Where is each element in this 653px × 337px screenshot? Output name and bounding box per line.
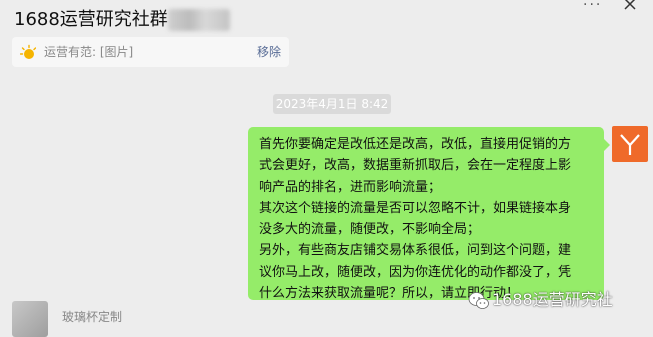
- incoming-avatar[interactable]: [12, 301, 48, 337]
- message-line: 其次这个链接的流量是否可以忽略不计，如果链接本身: [259, 200, 572, 216]
- incoming-sender-name: 玻璃杯定制: [62, 310, 123, 324]
- more-options-icon[interactable]: ···: [583, 0, 602, 12]
- chat-header: 1688运营研究社群 ···: [0, 0, 653, 40]
- chat-title: 1688运营研究社群: [14, 9, 168, 30]
- message-line: 式会更好，改高，数据重新抓取后，会在一定程度上影: [259, 158, 572, 174]
- pinned-message-text: 运营有范: [图片]: [44, 45, 134, 59]
- sent-message-bubble[interactable]: 首先你要确定是改低还是改高，改低，直接用促销的方 式会更好，改高，数据重新抓取后…: [248, 127, 610, 301]
- sun-icon: [20, 44, 36, 59]
- remove-pin-button[interactable]: 移除: [257, 44, 281, 60]
- wechat-icon: [468, 292, 489, 309]
- message-timestamp: 2023年4月1日 8:42: [273, 94, 391, 114]
- message-line: 议你马上改，随便改，因为你连优化的动作都没了，凭: [259, 264, 572, 280]
- y-logo-icon: [620, 134, 640, 155]
- sender-avatar[interactable]: [612, 126, 648, 162]
- redacted-member-count: [168, 9, 230, 31]
- message-line: 另外，有些商友店铺交易体系很低，问到这个问题，建: [259, 243, 572, 259]
- close-icon[interactable]: [622, 0, 638, 13]
- message-line: 没多大的流量，随便改，不影响全局；: [259, 222, 481, 238]
- pinned-message-bar[interactable]: 运营有范: [图片] 移除: [12, 37, 289, 67]
- message-line: 首先你要确定是改低还是改高，改低，直接用促销的方: [259, 137, 572, 152]
- watermark-text: 1688运营研究社: [492, 290, 613, 309]
- message-line: 响产品的排名，进而影响流量；: [259, 179, 442, 195]
